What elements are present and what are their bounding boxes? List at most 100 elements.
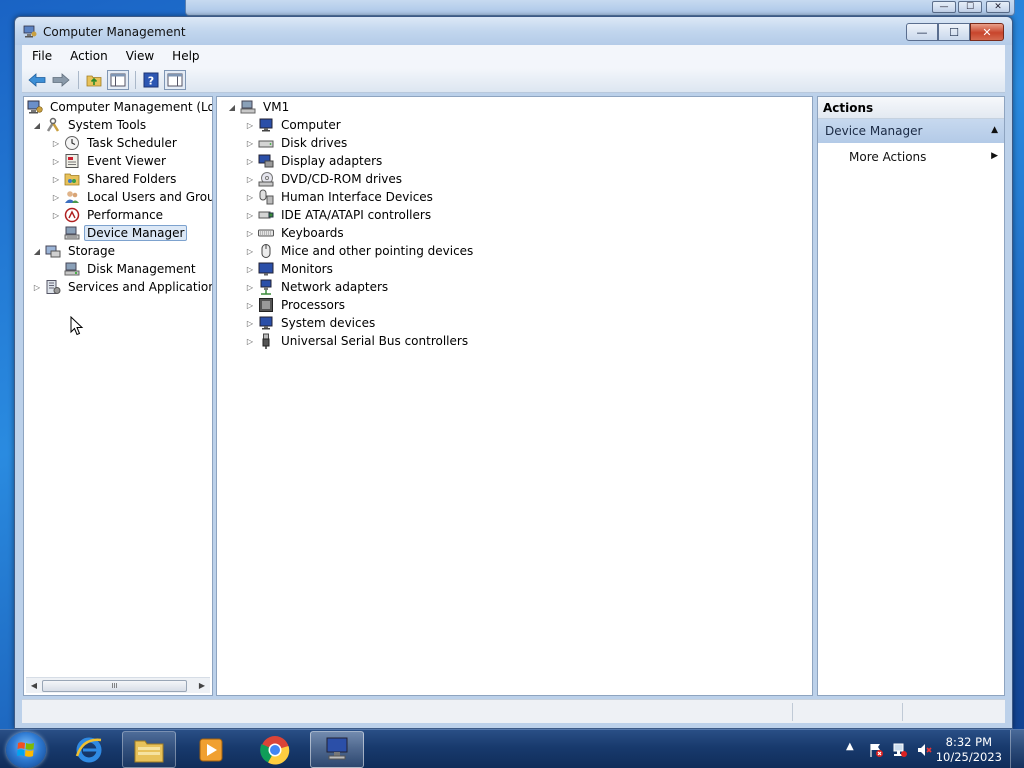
- device-category-label: Keyboards: [281, 226, 344, 240]
- device-category-label: Monitors: [281, 262, 333, 276]
- minimize-button[interactable]: —: [906, 23, 938, 41]
- device-category-keyboards[interactable]: ▷ Keyboards: [245, 224, 347, 242]
- collapsed-arrow-icon[interactable]: ▷: [245, 228, 255, 238]
- computer-management-app-icon: [326, 737, 348, 759]
- disk-drive-icon: [258, 135, 274, 151]
- clock[interactable]: 8:32 PM 10/25/2023: [936, 735, 1002, 765]
- menu-help[interactable]: Help: [162, 49, 207, 63]
- collapsed-arrow-icon[interactable]: ▷: [245, 120, 255, 130]
- users-icon: [64, 189, 80, 205]
- tree-label: Event Viewer: [87, 154, 166, 168]
- more-actions-item[interactable]: More Actions: [849, 150, 926, 164]
- action-center-icon[interactable]: [868, 742, 884, 758]
- network-icon[interactable]: [892, 742, 908, 758]
- collapsed-arrow-icon[interactable]: ▷: [245, 138, 255, 148]
- collapsed-arrow-icon[interactable]: ▷: [245, 282, 255, 292]
- collapsed-arrow-icon[interactable]: ▷: [245, 318, 255, 328]
- maximize-button[interactable]: ☐: [938, 23, 970, 41]
- tools-icon: [45, 117, 61, 133]
- expanded-arrow-icon[interactable]: ◢: [32, 246, 42, 256]
- show-hide-console-tree-button[interactable]: [107, 69, 129, 90]
- device-category-label: Mice and other pointing devices: [281, 244, 474, 258]
- start-button[interactable]: [6, 732, 46, 768]
- tree-node-services-and-applications[interactable]: ▷ Services and Applications: [32, 278, 212, 296]
- device-category-disk-drives[interactable]: ▷ Disk drives: [245, 134, 350, 152]
- shared-folder-icon: [64, 171, 80, 187]
- back-button[interactable]: [26, 70, 48, 90]
- collapsed-arrow-icon[interactable]: ▷: [245, 264, 255, 274]
- expanded-arrow-icon[interactable]: ◢: [227, 102, 237, 112]
- background-maximize-button[interactable]: ☐: [958, 1, 982, 13]
- collapsed-arrow-icon[interactable]: ▷: [245, 174, 255, 184]
- forward-arrow-icon: [52, 72, 70, 87]
- show-hidden-icons-icon[interactable]: ▲: [846, 741, 862, 757]
- device-category-universal-serial-bus-controllers[interactable]: ▷ Universal Serial Bus controllers: [245, 332, 471, 350]
- tree-node-device-manager[interactable]: Device Manager: [64, 224, 188, 242]
- tree-node-performance[interactable]: ▷ Performance: [51, 206, 166, 224]
- tree-node-disk-management[interactable]: Disk Management: [64, 260, 199, 278]
- actions-section-device-manager[interactable]: Device Manager ▲: [818, 119, 1004, 143]
- status-divider: [902, 703, 903, 721]
- help-icon: ?: [143, 72, 159, 87]
- horizontal-scrollbar[interactable]: ◀ III ▶: [26, 677, 210, 693]
- taskbar-chrome[interactable]: [248, 731, 302, 768]
- device-category-system-devices[interactable]: ▷ System devices: [245, 314, 378, 332]
- collapsed-arrow-icon[interactable]: ▷: [51, 192, 61, 202]
- device-category-network-adapters[interactable]: ▷ Network adapters: [245, 278, 391, 296]
- tree-node-local-users-and-groups[interactable]: ▷ Local Users and Groups: [51, 188, 212, 206]
- title-bar[interactable]: Computer Management — ☐ ✕: [15, 17, 1012, 45]
- taskbar-internet-explorer[interactable]: [62, 731, 116, 768]
- collapsed-arrow-icon[interactable]: ▷: [245, 192, 255, 202]
- tree-node-task-scheduler[interactable]: ▷ Task Scheduler: [51, 134, 180, 152]
- device-category-processors[interactable]: ▷ Processors: [245, 296, 348, 314]
- collapsed-arrow-icon[interactable]: ▷: [245, 156, 255, 166]
- tree-node-system-tools[interactable]: ◢ System Tools: [32, 116, 149, 134]
- background-minimize-button[interactable]: —: [932, 1, 956, 13]
- scroll-right-arrow-icon[interactable]: ▶: [196, 680, 208, 692]
- scroll-left-arrow-icon[interactable]: ◀: [28, 680, 40, 692]
- collapse-up-icon[interactable]: ▲: [991, 125, 998, 135]
- device-category-human-interface-devices[interactable]: ▷ Human Interface Devices: [245, 188, 436, 206]
- background-close-button[interactable]: ✕: [986, 1, 1010, 13]
- monitor-icon: [258, 261, 274, 277]
- taskbar-file-explorer[interactable]: [122, 731, 176, 768]
- volume-muted-icon[interactable]: [916, 742, 932, 758]
- menu-view[interactable]: View: [116, 49, 162, 63]
- device-category-ide-ata-atapi-controllers[interactable]: ▷ IDE ATA/ATAPI controllers: [245, 206, 434, 224]
- tree-node-storage[interactable]: ◢ Storage: [32, 242, 118, 260]
- device-category-display-adapters[interactable]: ▷ Display adapters: [245, 152, 385, 170]
- collapsed-arrow-icon[interactable]: ▷: [245, 300, 255, 310]
- close-button[interactable]: ✕: [970, 23, 1004, 41]
- show-hide-action-pane-button[interactable]: [164, 69, 186, 90]
- collapsed-arrow-icon[interactable]: ▷: [245, 246, 255, 256]
- device-tree-pane: ◢ VM1 ▷ Computer ▷ Disk drives ▷ Display…: [216, 96, 813, 696]
- tree-node-event-viewer[interactable]: ▷ Event Viewer: [51, 152, 169, 170]
- expanded-arrow-icon[interactable]: ◢: [32, 120, 42, 130]
- menu-action[interactable]: Action: [60, 49, 116, 63]
- device-category-mice-and-other-pointing-devices[interactable]: ▷ Mice and other pointing devices: [245, 242, 476, 260]
- menu-file[interactable]: File: [22, 49, 60, 63]
- collapsed-arrow-icon[interactable]: ▷: [32, 282, 42, 292]
- collapsed-arrow-icon[interactable]: ▷: [51, 210, 61, 220]
- collapsed-arrow-icon[interactable]: ▷: [51, 174, 61, 184]
- tree-node-computer-management[interactable]: Computer Management (Local: [27, 98, 212, 116]
- forward-button[interactable]: [50, 70, 72, 90]
- device-tree-root[interactable]: ◢ VM1: [227, 98, 292, 116]
- tree-node-shared-folders[interactable]: ▷ Shared Folders: [51, 170, 179, 188]
- services-icon: [45, 279, 61, 295]
- tree-label: Device Manager: [84, 225, 188, 241]
- taskbar-media-player[interactable]: [184, 731, 238, 768]
- console-tree-icon: [110, 73, 126, 86]
- collapsed-arrow-icon[interactable]: ▷: [51, 138, 61, 148]
- show-desktop-button[interactable]: [1010, 730, 1024, 768]
- collapsed-arrow-icon[interactable]: ▷: [245, 210, 255, 220]
- collapsed-arrow-icon[interactable]: ▷: [51, 156, 61, 166]
- device-category-computer[interactable]: ▷ Computer: [245, 116, 344, 134]
- device-category-dvd-cd-rom-drives[interactable]: ▷ DVD/CD-ROM drives: [245, 170, 405, 188]
- taskbar-computer-management[interactable]: [310, 731, 364, 768]
- collapsed-arrow-icon[interactable]: ▷: [245, 336, 255, 346]
- help-button[interactable]: ?: [140, 70, 162, 90]
- up-one-level-button[interactable]: [83, 70, 105, 90]
- device-category-monitors[interactable]: ▷ Monitors: [245, 260, 336, 278]
- scroll-thumb[interactable]: III: [42, 680, 187, 692]
